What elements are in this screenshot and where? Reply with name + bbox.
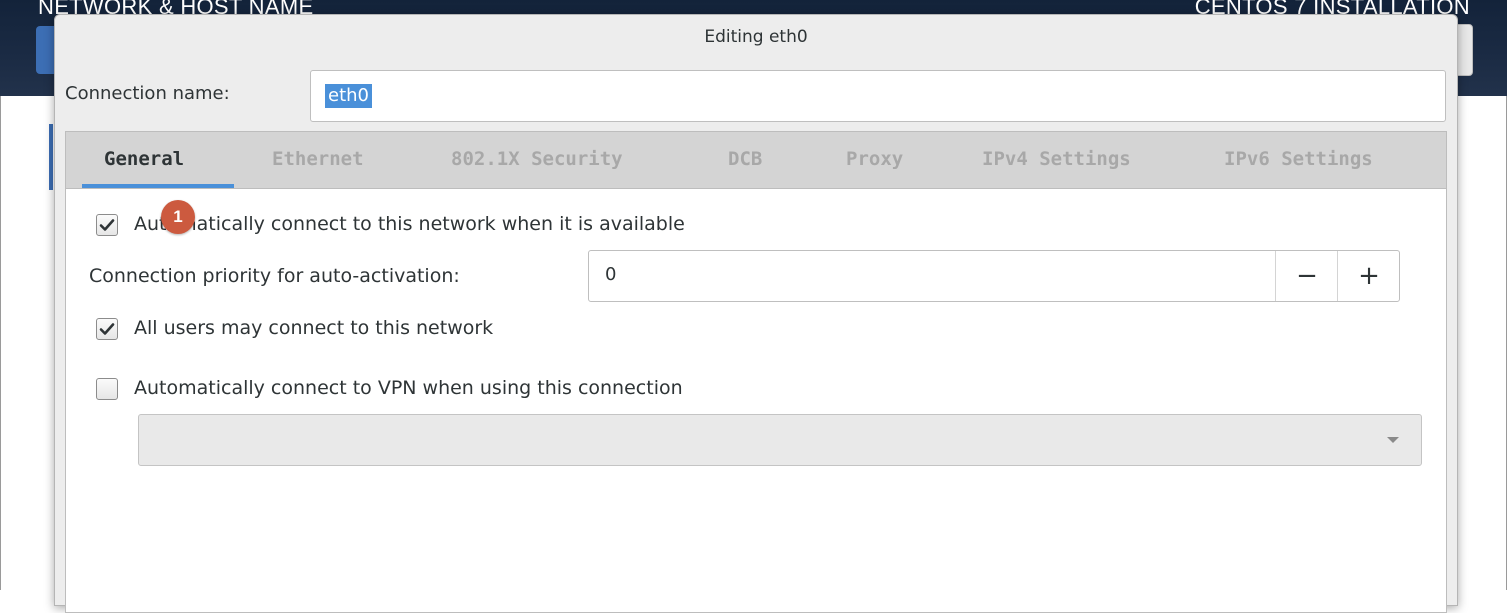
auto-vpn-label[interactable]: Automatically connect to VPN when using … bbox=[134, 377, 683, 399]
edit-connection-dialog: Editing eth0 Connection name: eth0 Gener… bbox=[54, 14, 1458, 613]
settings-notebook: General Ethernet 802.1X Security DCB Pro… bbox=[65, 131, 1447, 613]
tab-ethernet[interactable]: Ethernet bbox=[272, 148, 364, 170]
minus-icon: − bbox=[1296, 261, 1318, 291]
tab-ipv4-settings[interactable]: IPv4 Settings bbox=[982, 148, 1131, 170]
priority-spinbutton[interactable]: 0 − + bbox=[588, 250, 1400, 302]
auto-vpn-checkbox[interactable] bbox=[96, 378, 118, 400]
priority-value[interactable]: 0 bbox=[605, 264, 616, 285]
priority-label: Connection priority for auto-activation: bbox=[89, 265, 460, 287]
increment-button[interactable]: + bbox=[1337, 251, 1400, 301]
installer-selection-accent bbox=[49, 124, 53, 190]
connection-name-label: Connection name: bbox=[65, 83, 230, 104]
tab-proxy[interactable]: Proxy bbox=[846, 148, 903, 170]
dialog-title: Editing eth0 bbox=[704, 27, 808, 47]
tab-ipv6-settings[interactable]: IPv6 Settings bbox=[1224, 148, 1373, 170]
dropdown-arrow-icon bbox=[1387, 437, 1399, 443]
vpn-connection-dropdown[interactable] bbox=[138, 414, 1422, 466]
tab-8021x-security[interactable]: 802.1X Security bbox=[451, 148, 623, 170]
all-users-checkbox[interactable] bbox=[96, 318, 118, 340]
checkmark-icon bbox=[99, 219, 115, 231]
all-users-label[interactable]: All users may connect to this network bbox=[134, 317, 493, 339]
tab-general[interactable]: General bbox=[104, 148, 184, 170]
tab-bar: General Ethernet 802.1X Security DCB Pro… bbox=[66, 132, 1446, 189]
auto-connect-checkbox[interactable] bbox=[96, 214, 118, 236]
connection-name-value: eth0 bbox=[325, 84, 372, 108]
checkmark-icon bbox=[99, 323, 115, 335]
tab-dcb[interactable]: DCB bbox=[728, 148, 762, 170]
step-marker-badge: 1 bbox=[161, 200, 195, 234]
installer-left-border bbox=[0, 96, 1, 590]
auto-connect-label[interactable]: Automatically connect to this network wh… bbox=[134, 213, 685, 235]
plus-icon: + bbox=[1358, 261, 1380, 291]
decrement-button[interactable]: − bbox=[1275, 251, 1338, 301]
connection-name-input[interactable]: eth0 bbox=[310, 70, 1446, 122]
active-tab-indicator bbox=[82, 184, 234, 188]
